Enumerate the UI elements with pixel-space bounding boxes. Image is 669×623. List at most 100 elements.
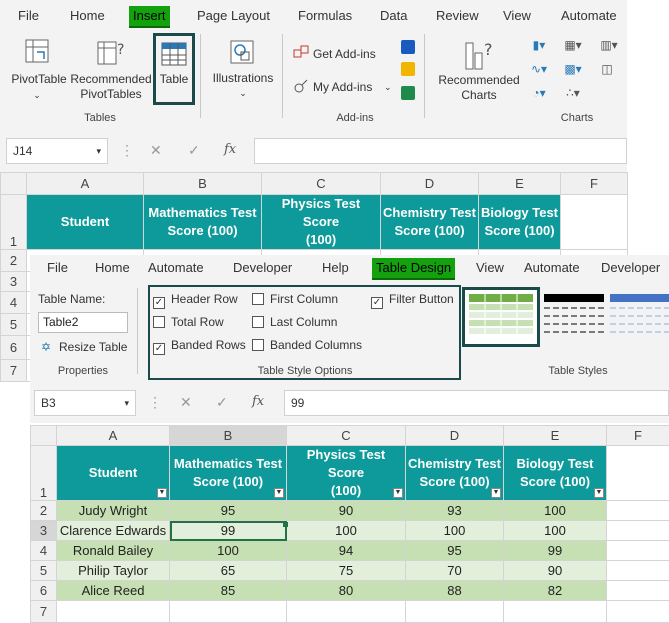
- name-box[interactable]: B3▾: [34, 390, 136, 416]
- formula-input[interactable]: [254, 138, 627, 164]
- table-style-green[interactable]: [462, 287, 540, 347]
- column-header[interactable]: C: [262, 173, 381, 195]
- name-box[interactable]: J14▾: [6, 138, 108, 164]
- row-header[interactable]: 4: [31, 541, 57, 561]
- cell[interactable]: Judy Wright: [57, 501, 170, 521]
- illustrations-button[interactable]: Illustrations: [208, 71, 278, 86]
- recommended-charts-button[interactable]: RecommendedCharts: [436, 73, 522, 103]
- fill-handle[interactable]: [283, 522, 288, 527]
- tab-view[interactable]: View: [503, 6, 531, 26]
- tab-developer[interactable]: Developer: [233, 258, 292, 278]
- row-header[interactable]: 3: [31, 521, 57, 541]
- cell[interactable]: 85: [170, 581, 287, 601]
- cancel-icon[interactable]: ✕: [180, 394, 192, 411]
- table-header-cell[interactable]: Chemistry TestScore (100): [381, 195, 479, 250]
- cell[interactable]: [561, 195, 628, 250]
- tab-view[interactable]: View: [476, 258, 504, 278]
- get-addins-button[interactable]: Get Add-ins: [313, 47, 376, 62]
- column-header[interactable]: E: [504, 426, 607, 446]
- bing-icon[interactable]: [401, 62, 415, 76]
- cell[interactable]: 70: [406, 561, 504, 581]
- cell[interactable]: [607, 541, 669, 561]
- cell[interactable]: 82: [504, 581, 607, 601]
- banded-rows-checkbox[interactable]: ✓Banded Rows: [153, 338, 246, 355]
- tab-automate[interactable]: Automate: [561, 6, 617, 26]
- insert-function-icon[interactable]: fx: [252, 394, 264, 409]
- cell[interactable]: 100: [170, 541, 287, 561]
- recommended-pivottables-button[interactable]: RecommendedPivotTables: [68, 72, 154, 102]
- row-header[interactable]: 1: [1, 195, 27, 250]
- table-header-cell[interactable]: Student▼: [57, 446, 170, 501]
- cell[interactable]: Clarence Edwards: [57, 521, 170, 541]
- cell[interactable]: Ronald Bailey: [57, 541, 170, 561]
- cell[interactable]: 94: [287, 541, 406, 561]
- cell[interactable]: 88: [406, 581, 504, 601]
- cell[interactable]: [607, 581, 669, 601]
- column-chart-icon[interactable]: ▮▾: [526, 36, 552, 54]
- row-header[interactable]: 7: [31, 601, 57, 623]
- scatter-chart-icon[interactable]: ∴▾: [560, 84, 586, 102]
- row-header[interactable]: 5: [31, 561, 57, 581]
- tab-table-design[interactable]: Table Design: [372, 258, 455, 280]
- column-header[interactable]: D: [406, 426, 504, 446]
- line-chart-icon[interactable]: ∿▾: [526, 60, 552, 78]
- cell[interactable]: 100: [406, 521, 504, 541]
- name-box-dropdown-icon[interactable]: ▾: [124, 391, 129, 415]
- tab-file[interactable]: File: [18, 6, 39, 26]
- insert-function-icon[interactable]: fx: [224, 142, 236, 157]
- table-header-cell[interactable]: Biology TestScore (100)▼: [504, 446, 607, 501]
- cell[interactable]: Alice Reed: [57, 581, 170, 601]
- row-header[interactable]: 7: [1, 360, 27, 382]
- tab-file[interactable]: File: [47, 258, 68, 278]
- select-all-corner[interactable]: [1, 173, 27, 195]
- cell[interactable]: 65: [170, 561, 287, 581]
- cell[interactable]: Philip Taylor: [57, 561, 170, 581]
- resize-table-button[interactable]: Resize Table: [59, 340, 127, 354]
- column-header[interactable]: A: [57, 426, 170, 446]
- cell[interactable]: 95: [406, 541, 504, 561]
- table-header-cell[interactable]: Chemistry TestScore (100)▼: [406, 446, 504, 501]
- tab-page-layout[interactable]: Page Layout: [197, 6, 270, 26]
- column-header[interactable]: E: [479, 173, 561, 195]
- name-box-dropdown-icon[interactable]: ▾: [96, 139, 101, 163]
- cell[interactable]: 90: [287, 501, 406, 521]
- filter-button-checkbox[interactable]: ✓Filter Button: [371, 292, 454, 309]
- pivottable-dropdown-icon[interactable]: ⌄: [30, 88, 44, 103]
- column-header[interactable]: F: [607, 426, 669, 446]
- column-header[interactable]: B: [170, 426, 287, 446]
- my-addins-button[interactable]: My Add-ins: [313, 80, 372, 95]
- cell[interactable]: 93: [406, 501, 504, 521]
- table-header-cell[interactable]: Biology TestScore (100): [479, 195, 561, 250]
- enter-icon[interactable]: ✓: [188, 142, 200, 159]
- cell[interactable]: 80: [287, 581, 406, 601]
- row-header[interactable]: 5: [1, 314, 27, 336]
- cell[interactable]: [607, 561, 669, 581]
- tab-developer[interactable]: Developer: [601, 258, 660, 278]
- cell[interactable]: [607, 521, 669, 541]
- active-cell[interactable]: 99: [170, 521, 287, 541]
- table-header-cell[interactable]: Physics Test Score(100): [262, 195, 381, 250]
- cell[interactable]: 100: [504, 521, 607, 541]
- filter-dropdown-icon[interactable]: ▼: [274, 488, 284, 498]
- column-header[interactable]: F: [561, 173, 628, 195]
- formula-input[interactable]: 99: [284, 390, 669, 416]
- table-header-cell[interactable]: Mathematics TestScore (100)▼: [170, 446, 287, 501]
- cell[interactable]: [607, 501, 669, 521]
- table-style-black[interactable]: [542, 292, 606, 346]
- filter-dropdown-icon[interactable]: ▼: [594, 488, 604, 498]
- tab-help[interactable]: Help: [322, 258, 349, 278]
- tab-insert[interactable]: Insert: [129, 6, 170, 28]
- select-all-corner[interactable]: [31, 426, 57, 446]
- filter-dropdown-icon[interactable]: ▼: [491, 488, 501, 498]
- table-style-blue[interactable]: [608, 292, 669, 346]
- tab-home[interactable]: Home: [95, 258, 130, 278]
- cell[interactable]: 95: [170, 501, 287, 521]
- tab-automate[interactable]: Automate: [524, 258, 580, 278]
- filter-dropdown-icon[interactable]: ▼: [393, 488, 403, 498]
- tab-review[interactable]: Review: [436, 6, 479, 26]
- pie-chart-icon[interactable]: ◔▾: [526, 84, 552, 102]
- row-header[interactable]: 2: [1, 250, 27, 272]
- table-header-cell[interactable]: Student: [27, 195, 144, 250]
- banded-columns-checkbox[interactable]: Banded Columns: [252, 338, 362, 352]
- filter-dropdown-icon[interactable]: ▼: [157, 488, 167, 498]
